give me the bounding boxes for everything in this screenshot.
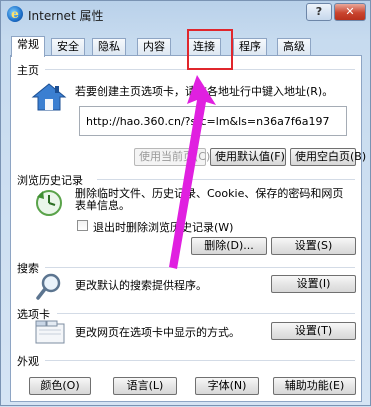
annotation-arrow bbox=[169, 75, 216, 269]
tab-general[interactable]: 常规 bbox=[11, 36, 45, 57]
internet-options-window: e Internet 属性 ? ✕ 常规 安全 隐私 内容 连接 程序 高级 主… bbox=[0, 0, 371, 406]
